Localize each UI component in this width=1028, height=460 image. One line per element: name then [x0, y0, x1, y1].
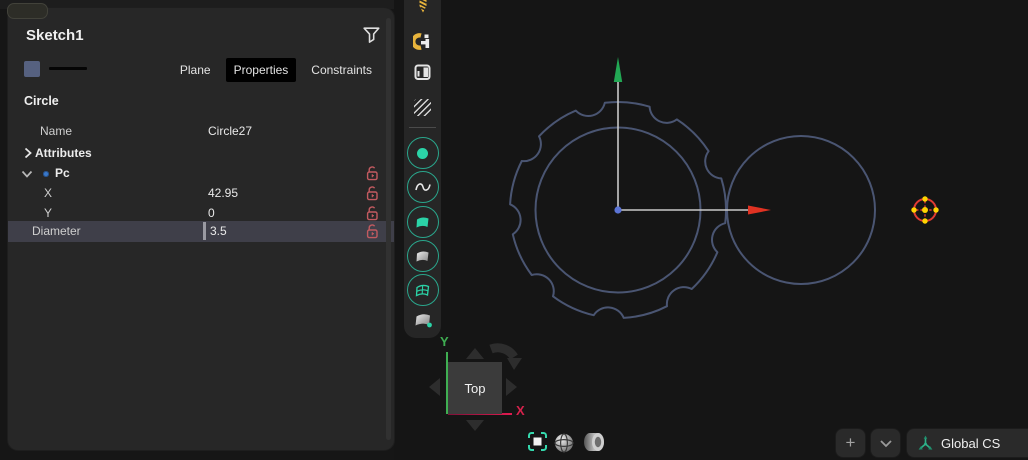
name-label: Name	[40, 124, 73, 138]
lock-icon-pc[interactable]	[366, 165, 379, 181]
cs-button-label: Global CS	[941, 435, 1001, 451]
lock-icon-y[interactable]	[366, 205, 379, 221]
axes-tripod-icon	[918, 435, 933, 450]
viewcube-arrow-right[interactable]	[506, 378, 517, 396]
row-y: Y 0	[8, 203, 394, 223]
chevron-right-icon[interactable]	[22, 147, 34, 159]
expand-views-button[interactable]	[871, 429, 900, 457]
add-view-button[interactable]: +	[836, 429, 865, 457]
viewcube-arrow-up[interactable]	[466, 348, 484, 359]
origin-point[interactable]	[614, 206, 622, 214]
surface-fill-tool-icon[interactable]	[404, 206, 441, 238]
viewcube-arrow-left[interactable]	[429, 378, 440, 396]
chevron-down-icon[interactable]	[21, 169, 33, 181]
surface-tool-icon[interactable]	[404, 240, 441, 272]
surface-grid-tool-icon[interactable]	[404, 274, 441, 306]
toolbar-divider	[409, 127, 436, 128]
panel-scrollbar[interactable]	[386, 18, 391, 440]
tab-properties[interactable]: Properties	[225, 58, 297, 82]
row-attributes[interactable]: Attributes	[8, 143, 394, 163]
section-title: Circle	[24, 94, 59, 108]
row-pc-group[interactable]: Pc	[8, 163, 394, 183]
filter-icon[interactable]	[363, 27, 387, 51]
sketch-sheet-icon[interactable]	[404, 63, 441, 82]
row-name: Name Circle27	[8, 121, 394, 141]
plus-icon: +	[845, 433, 856, 452]
attributes-label: Attributes	[35, 146, 92, 160]
sketch-color-swatch[interactable]	[24, 61, 40, 77]
shaded-sphere-icon[interactable]	[554, 433, 574, 453]
diameter-label: Diameter	[32, 224, 81, 238]
x-label: X	[44, 186, 53, 200]
y-label: Y	[44, 206, 53, 220]
panel-title: Sketch1	[26, 27, 84, 44]
line-style-preview	[49, 67, 87, 70]
x-value[interactable]: 42.95	[208, 186, 238, 200]
viewcube-y-label: Y	[440, 334, 449, 349]
chevron-down-icon	[879, 439, 892, 447]
y-value[interactable]: 0	[208, 206, 215, 220]
tab-plane[interactable]: Plane	[172, 58, 219, 82]
viewcube-x-label: X	[516, 403, 525, 418]
surface-point-tool-icon[interactable]	[404, 312, 441, 329]
drill-tool-icon[interactable]	[404, 0, 441, 16]
viewcube-rotate-arrow[interactable]	[487, 337, 525, 373]
panel-tabs: Plane Properties Constraints	[172, 58, 380, 82]
name-value[interactable]: Circle27	[208, 124, 252, 138]
zoom-to-fit-icon[interactable]	[527, 431, 548, 452]
lock-icon-x[interactable]	[366, 185, 379, 201]
tool-strip	[404, 0, 441, 338]
row-diameter[interactable]: Diameter 3.5	[8, 221, 394, 242]
tab-constraints[interactable]: Constraints	[303, 58, 380, 82]
mill-tool-icon[interactable]	[404, 32, 441, 51]
spline-tool-icon[interactable]	[404, 171, 441, 203]
circle-point-tool-icon[interactable]	[404, 137, 441, 169]
hatch-pattern-icon[interactable]	[404, 99, 441, 116]
point-icon	[43, 171, 49, 177]
lock-icon-diameter[interactable]	[366, 223, 379, 239]
viewcube-arrow-down[interactable]	[466, 420, 484, 431]
edit-cursor	[203, 222, 206, 240]
cylinder-view-icon[interactable]	[583, 430, 608, 454]
selected-circle27[interactable]	[911, 196, 939, 224]
row-x: X 42.95	[8, 183, 394, 203]
pc-label: Pc	[55, 166, 70, 180]
x-axis-arrow	[748, 205, 771, 215]
diameter-value[interactable]: 3.5	[210, 224, 227, 238]
coordinate-system-button[interactable]: Global CS	[907, 429, 1028, 457]
sketch-properties-panel: Sketch1 Plane Properties Constraints Cir…	[8, 8, 394, 450]
y-axis-arrow	[613, 57, 623, 82]
panel-tab-handle[interactable]	[7, 3, 48, 19]
